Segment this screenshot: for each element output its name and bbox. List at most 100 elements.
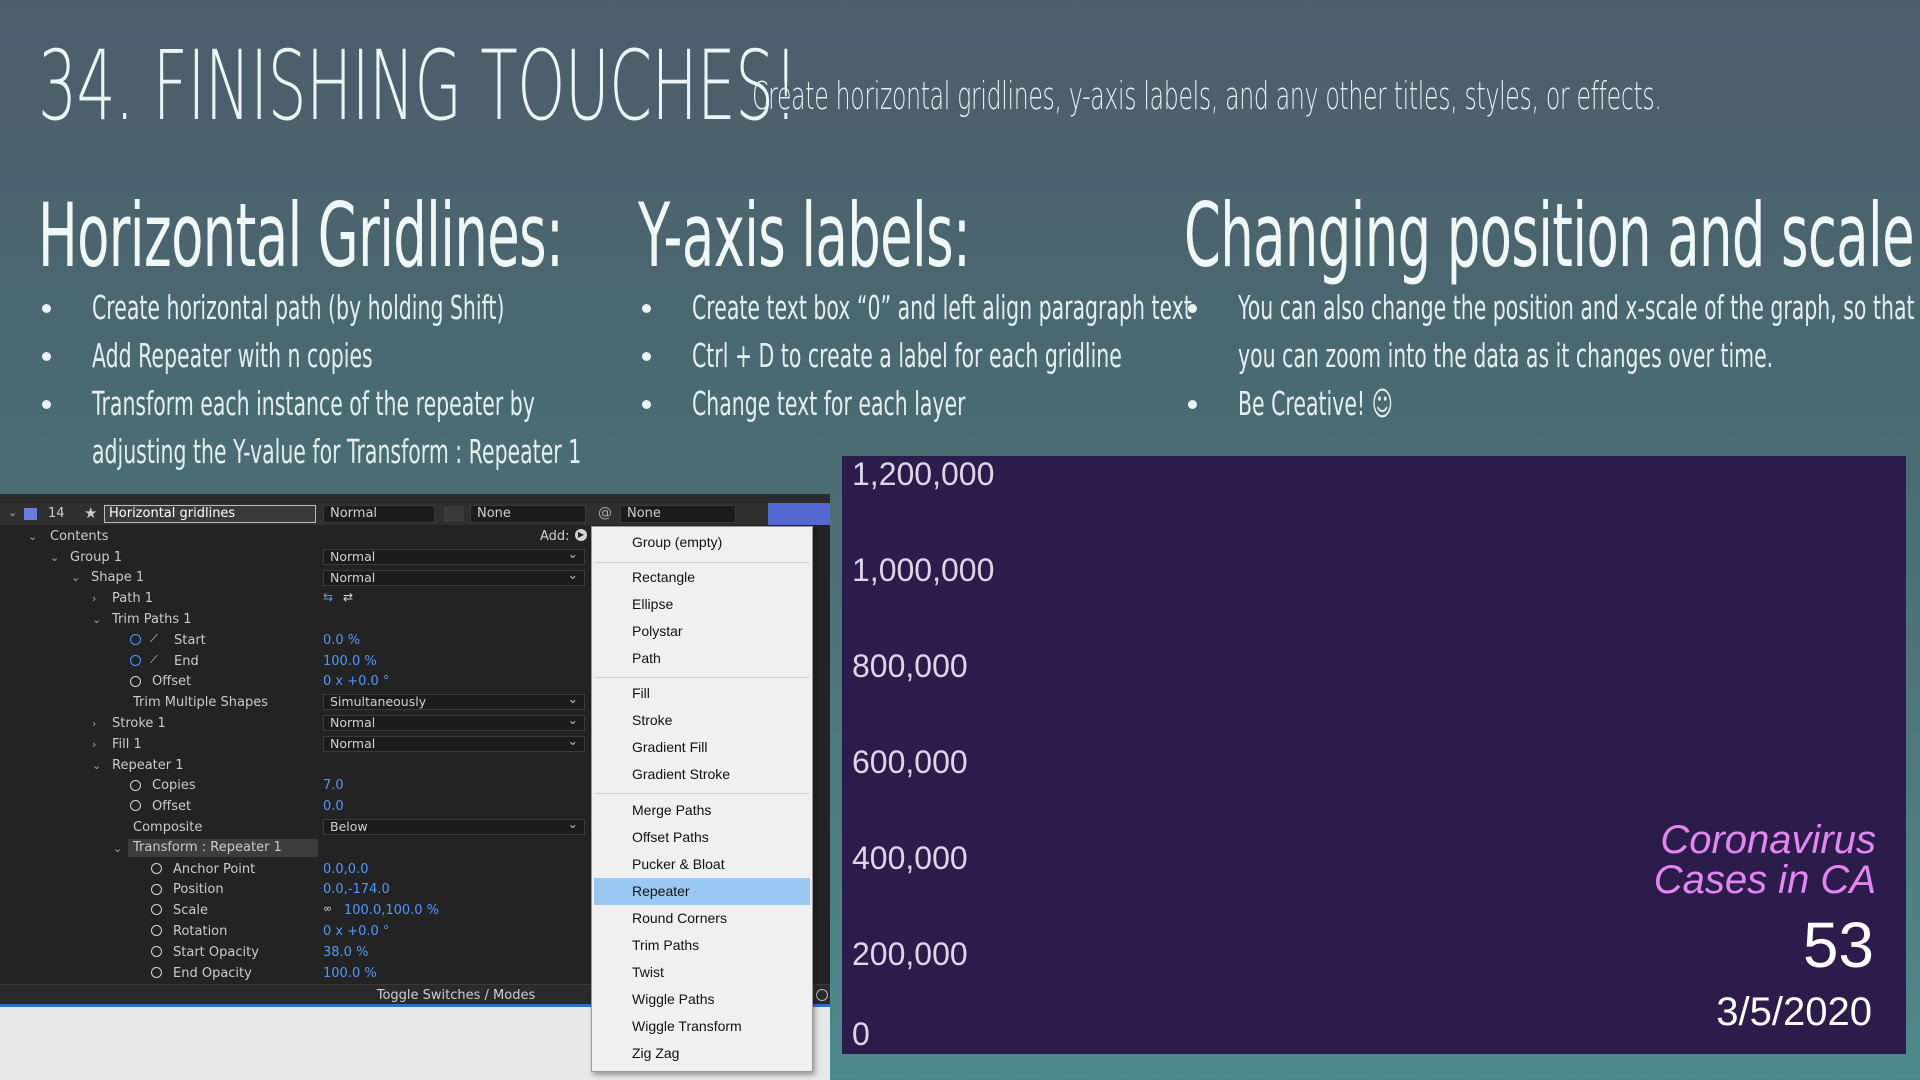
menu-item-round-corners[interactable]: Round Corners — [594, 905, 810, 932]
menu-item-gradient-stroke[interactable]: Gradient Stroke — [594, 761, 810, 788]
property-value[interactable]: 0.0,-174.0 — [323, 882, 390, 897]
property-value[interactable]: 100.0,100.0 % — [344, 903, 439, 918]
property-row-trim-paths[interactable]: ⌄ Trim Paths 1 — [0, 609, 590, 630]
graph-icon[interactable]: ⟋ — [150, 653, 158, 667]
menu-item-repeater[interactable]: Repeater — [594, 878, 810, 905]
constrain-link-icon[interactable]: ∞ — [323, 902, 332, 915]
menu-item-fill[interactable]: Fill — [594, 680, 810, 707]
twirl-right-icon[interactable]: › — [92, 592, 96, 605]
menu-item-twist[interactable]: Twist — [594, 959, 810, 986]
layer-twirl-icon[interactable]: ⌄ — [8, 506, 17, 519]
property-row-scale[interactable]: Scale ∞ 100.0,100.0 % — [0, 900, 590, 921]
blend-mode-dropdown[interactable]: Normal — [323, 568, 585, 586]
property-row-fill[interactable]: › Fill 1 Normal — [0, 734, 590, 755]
property-row-trim-multiple[interactable]: Trim Multiple Shapes Simultaneously — [0, 692, 590, 713]
property-value[interactable]: 0.0,0.0 — [323, 862, 368, 877]
add-menu-arrow-icon[interactable]: ▶ — [575, 529, 587, 541]
layer-row[interactable]: ⌄ 14 ★ Horizontal gridlines Normal None … — [0, 503, 830, 525]
property-value[interactable]: 100.0 % — [323, 966, 377, 981]
layer-mode-dropdown[interactable]: Normal — [323, 505, 435, 523]
twirl-down-icon[interactable]: ⌄ — [92, 613, 101, 626]
stopwatch-icon[interactable] — [130, 634, 141, 645]
twirl-down-icon[interactable]: ⌄ — [113, 842, 122, 855]
stopwatch-icon[interactable] — [130, 800, 141, 812]
chart-caption: Coronavirus Cases in CA — [1654, 820, 1876, 900]
twirl-right-icon[interactable]: › — [92, 738, 96, 751]
twirl-down-icon[interactable]: ⌄ — [71, 571, 80, 584]
stopwatch-icon[interactable] — [151, 946, 162, 957]
property-value[interactable]: 38.0 % — [323, 945, 368, 960]
property-row-contents[interactable]: ⌄ Contents Add: ▶ — [0, 526, 590, 547]
menu-item-path[interactable]: Path — [594, 645, 810, 672]
stopwatch-icon[interactable] — [151, 904, 162, 916]
track-matte-dropdown[interactable]: None — [470, 505, 586, 523]
menu-item-wiggle-paths[interactable]: Wiggle Paths — [594, 986, 810, 1013]
property-row-repeater[interactable]: ⌄ Repeater 1 — [0, 755, 590, 776]
property-row-rotation[interactable]: Rotation 0 x +0.0 ° — [0, 921, 590, 942]
toggle-switches-modes-button[interactable]: Toggle Switches / Modes — [320, 988, 592, 1003]
stopwatch-icon[interactable] — [130, 779, 141, 791]
y-tick-label: 0 — [852, 1016, 870, 1052]
menu-item-rectangle[interactable]: Rectangle — [594, 564, 810, 591]
property-value[interactable]: 0 x +0.0 ° — [323, 674, 389, 689]
menu-item-offset-paths[interactable]: Offset Paths — [594, 824, 810, 851]
menu-item-group-empty[interactable]: Group (empty) — [594, 529, 810, 556]
stopwatch-icon[interactable] — [151, 862, 162, 874]
property-value[interactable]: 0.0 — [323, 799, 344, 814]
path-direction-icon[interactable]: ⇆ — [323, 590, 333, 604]
property-row-offset[interactable]: Offset 0 x +0.0 ° — [0, 672, 590, 693]
property-row-copies[interactable]: Copies 7.0 — [0, 776, 590, 797]
property-value[interactable]: 7.0 — [323, 778, 344, 793]
pickwhip-icon[interactable]: @ — [598, 505, 612, 521]
blend-mode-dropdown[interactable]: Normal — [323, 734, 585, 752]
property-row-composite[interactable]: Composite Below — [0, 817, 590, 838]
menu-item-stroke[interactable]: Stroke — [594, 707, 810, 734]
property-row-end-opacity[interactable]: End Opacity 100.0 % — [0, 963, 590, 984]
menu-item-polystar[interactable]: Polystar — [594, 618, 810, 645]
property-value[interactable]: 0 x +0.0 ° — [323, 924, 389, 939]
menu-item-pucker-bloat[interactable]: Pucker & Bloat — [594, 851, 810, 878]
twirl-down-icon[interactable]: ⌄ — [92, 759, 101, 772]
zoom-circle-icon[interactable] — [816, 989, 828, 1001]
timeline-layer-bar[interactable] — [768, 503, 830, 525]
blend-mode-dropdown[interactable]: Normal — [323, 713, 585, 732]
property-value[interactable]: 0.0 % — [323, 633, 360, 648]
property-row-transform-repeater[interactable]: ⌄ Transform : Repeater 1 — [0, 838, 590, 859]
property-row-anchor-point[interactable]: Anchor Point 0.0,0.0 — [0, 859, 590, 880]
menu-item-wiggle-transform[interactable]: Wiggle Transform — [594, 1013, 810, 1040]
blend-mode-dropdown[interactable]: Normal — [323, 547, 585, 565]
property-row-shape[interactable]: ⌄ Shape 1 Normal — [0, 568, 590, 589]
property-row-position[interactable]: Position 0.0,-174.0 — [0, 880, 590, 901]
property-row-repeater-offset[interactable]: Offset 0.0 — [0, 796, 590, 817]
graph-icon[interactable]: ⟋ — [150, 632, 158, 646]
property-row-end[interactable]: ⟋ End 100.0 % — [0, 651, 590, 672]
twirl-right-icon[interactable]: › — [92, 717, 96, 730]
preserve-transparency-toggle[interactable] — [444, 506, 464, 522]
stopwatch-icon[interactable] — [130, 654, 141, 666]
menu-item-ellipse[interactable]: Ellipse — [594, 591, 810, 618]
property-row-group[interactable]: ⌄ Group 1 Normal — [0, 547, 590, 568]
menu-item-gradient-fill[interactable]: Gradient Fill — [594, 734, 810, 761]
path-direction-reverse-icon[interactable]: ⇄ — [343, 590, 353, 604]
stopwatch-icon[interactable] — [151, 883, 162, 895]
property-row-start[interactable]: ⟋ Start 0.0 % — [0, 630, 590, 651]
stopwatch-icon[interactable] — [130, 675, 141, 687]
stopwatch-icon[interactable] — [151, 925, 162, 937]
trim-mode-dropdown[interactable]: Simultaneously — [323, 692, 585, 711]
composite-dropdown[interactable]: Below — [323, 817, 585, 836]
property-row-path[interactable]: › Path 1 ⇆ ⇄ — [0, 588, 590, 609]
twirl-down-icon[interactable]: ⌄ — [28, 530, 37, 543]
parent-dropdown[interactable]: None — [620, 505, 736, 523]
menu-item-zig-zag[interactable]: Zig Zag — [594, 1040, 810, 1067]
twirl-down-icon[interactable]: ⌄ — [50, 551, 59, 564]
property-name-selected[interactable]: Transform : Repeater 1 — [128, 839, 318, 857]
property-value[interactable]: 100.0 % — [323, 654, 377, 669]
menu-item-trim-paths[interactable]: Trim Paths — [594, 932, 810, 959]
property-row-start-opacity[interactable]: Start Opacity 38.0 % — [0, 942, 590, 963]
layer-name-field[interactable]: Horizontal gridlines — [104, 505, 316, 523]
property-row-stroke[interactable]: › Stroke 1 Normal — [0, 713, 590, 734]
add-shape-menu: Group (empty) Rectangle Ellipse Polystar… — [591, 526, 813, 1072]
menu-item-merge-paths[interactable]: Merge Paths — [594, 797, 810, 824]
stopwatch-icon[interactable] — [151, 966, 162, 978]
layer-label-color[interactable] — [24, 508, 37, 520]
